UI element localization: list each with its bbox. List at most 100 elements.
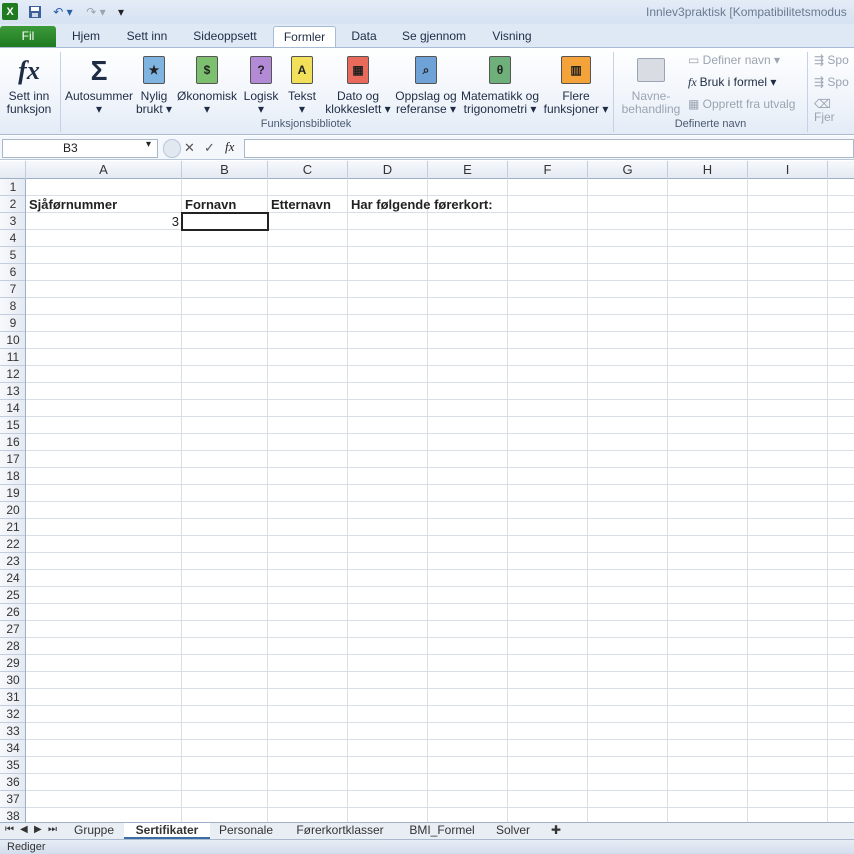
tab-file[interactable]: Fil bbox=[0, 26, 56, 47]
column-header-a[interactable]: A bbox=[26, 161, 182, 179]
tab-home[interactable]: Hjem bbox=[64, 26, 108, 47]
row-header[interactable]: 18 bbox=[0, 468, 25, 485]
row-header[interactable]: 31 bbox=[0, 689, 25, 706]
row-header[interactable]: 26 bbox=[0, 604, 25, 621]
row-header[interactable]: 10 bbox=[0, 332, 25, 349]
row-header[interactable]: 33 bbox=[0, 723, 25, 740]
insert-function-button[interactable]: fx Sett inn funksjon bbox=[2, 54, 56, 116]
row-header[interactable]: 2 bbox=[0, 196, 25, 213]
column-header-d[interactable]: D bbox=[348, 161, 428, 179]
text-button[interactable]: A Tekst ▾ bbox=[284, 54, 320, 116]
trace-dependents-button[interactable]: ⇶ Spo bbox=[814, 76, 854, 89]
undo-icon[interactable]: ↶ ▾ bbox=[50, 3, 76, 20]
use-in-formula-button[interactable]: fx Bruk i formel ▾ bbox=[688, 76, 804, 89]
row-header[interactable]: 17 bbox=[0, 451, 25, 468]
row-header[interactable]: 24 bbox=[0, 570, 25, 587]
cell-grid[interactable]: Sjåførnummer Fornavn Etternavn Har følge… bbox=[26, 179, 854, 822]
cell-b2[interactable]: Fornavn bbox=[182, 196, 268, 213]
define-name-button[interactable]: ▭ Definer navn ▾ bbox=[688, 54, 804, 67]
next-sheet-icon[interactable]: ▶ bbox=[34, 824, 42, 835]
enter-icon[interactable]: ✓ bbox=[204, 140, 215, 156]
row-header[interactable]: 1 bbox=[0, 179, 25, 196]
name-manager-button[interactable]: Navne- behandling bbox=[618, 54, 684, 116]
tab-review[interactable]: Se gjennom bbox=[396, 26, 472, 47]
row-header[interactable]: 38 bbox=[0, 808, 25, 822]
name-box[interactable]: B3 bbox=[2, 139, 158, 158]
redo-icon[interactable]: ↷ ▾ bbox=[82, 3, 110, 20]
row-header[interactable]: 13 bbox=[0, 383, 25, 400]
tab-insert[interactable]: Sett inn bbox=[120, 26, 174, 47]
row-header[interactable]: 32 bbox=[0, 706, 25, 723]
row-header[interactable]: 27 bbox=[0, 621, 25, 638]
name-box-dropdown-icon[interactable]: ▾ bbox=[146, 139, 151, 150]
column-header-i[interactable]: I bbox=[748, 161, 828, 179]
sheet-tab-personale[interactable]: Personale bbox=[212, 823, 280, 839]
create-from-selection-button[interactable]: ▦ Opprett fra utvalg bbox=[688, 98, 804, 111]
excel-logo-icon[interactable]: X bbox=[2, 3, 18, 20]
row-header[interactable]: 23 bbox=[0, 553, 25, 570]
row-header[interactable]: 25 bbox=[0, 587, 25, 604]
math-trig-button[interactable]: θ Matematikk og trigonometri ▾ bbox=[460, 54, 540, 116]
column-header-h[interactable]: H bbox=[668, 161, 748, 179]
column-header-b[interactable]: B bbox=[182, 161, 268, 179]
financial-button[interactable]: $ Økonomisk ▾ bbox=[176, 54, 238, 116]
tab-formulas[interactable]: Formler bbox=[273, 26, 336, 47]
row-header[interactable]: 34 bbox=[0, 740, 25, 757]
date-time-button[interactable]: ▦ Dato og klokkeslett ▾ bbox=[324, 54, 392, 116]
insert-function-icon[interactable]: fx bbox=[225, 139, 234, 155]
insert-sheet-icon[interactable]: ✚ bbox=[544, 823, 568, 839]
remove-arrows-button[interactable]: ⌫ Fjer bbox=[814, 98, 854, 124]
row-header[interactable]: 30 bbox=[0, 672, 25, 689]
prev-sheet-icon[interactable]: ◀ bbox=[20, 824, 28, 835]
row-header[interactable]: 21 bbox=[0, 519, 25, 536]
cell-d2[interactable]: Har følgende førerkort: bbox=[348, 196, 548, 213]
row-header[interactable]: 3 bbox=[0, 213, 25, 230]
row-header[interactable]: 11 bbox=[0, 349, 25, 366]
row-header[interactable]: 5 bbox=[0, 247, 25, 264]
autosum-button[interactable]: Σ Autosummer ▾ bbox=[63, 54, 135, 116]
cell-c2[interactable]: Etternavn bbox=[268, 196, 348, 213]
column-header-e[interactable]: E bbox=[428, 161, 508, 179]
first-sheet-icon[interactable]: ⏮ bbox=[5, 824, 14, 835]
cancel-icon[interactable]: ✕ bbox=[184, 140, 195, 156]
row-header[interactable]: 4 bbox=[0, 230, 25, 247]
tab-view[interactable]: Visning bbox=[484, 26, 540, 47]
sheet-tab-solver[interactable]: Solver bbox=[488, 823, 538, 839]
tab-data[interactable]: Data bbox=[344, 26, 384, 47]
sheet-tab-bmi-formel[interactable]: BMI_Formel bbox=[402, 823, 482, 839]
row-header[interactable]: 20 bbox=[0, 502, 25, 519]
row-header[interactable]: 36 bbox=[0, 774, 25, 791]
cell-a2[interactable]: Sjåførnummer bbox=[26, 196, 182, 213]
row-header[interactable]: 16 bbox=[0, 434, 25, 451]
row-header[interactable]: 19 bbox=[0, 485, 25, 502]
row-header[interactable]: 35 bbox=[0, 757, 25, 774]
selected-cell-b3[interactable] bbox=[181, 212, 269, 231]
formula-bar-expander[interactable] bbox=[163, 139, 181, 158]
row-header[interactable]: 15 bbox=[0, 417, 25, 434]
trace-precedents-button[interactable]: ⇶ Spo bbox=[814, 54, 854, 67]
row-header[interactable]: 6 bbox=[0, 264, 25, 281]
row-header[interactable]: 29 bbox=[0, 655, 25, 672]
save-icon[interactable] bbox=[26, 3, 44, 20]
column-header-g[interactable]: G bbox=[588, 161, 668, 179]
sheet-tab-sertifikater[interactable]: Sertifikater bbox=[124, 823, 210, 839]
row-header[interactable]: 12 bbox=[0, 366, 25, 383]
row-header[interactable]: 8 bbox=[0, 298, 25, 315]
select-all-button[interactable] bbox=[0, 161, 26, 179]
sheet-tab-forerkortklasser[interactable]: Førerkortklasser bbox=[290, 823, 390, 839]
more-functions-button[interactable]: ▥ Flere funksjoner ▾ bbox=[542, 54, 610, 116]
row-header[interactable]: 22 bbox=[0, 536, 25, 553]
row-header[interactable]: 14 bbox=[0, 400, 25, 417]
cell-a3[interactable]: 3 bbox=[26, 213, 182, 230]
row-header[interactable]: 28 bbox=[0, 638, 25, 655]
customize-toolbar-icon[interactable]: ▾ bbox=[116, 3, 126, 20]
tab-page-layout[interactable]: Sideoppsett bbox=[186, 26, 264, 47]
logical-button[interactable]: ? Logisk ▾ bbox=[241, 54, 281, 116]
column-header-f[interactable]: F bbox=[508, 161, 588, 179]
lookup-reference-button[interactable]: ⌕ Oppslag og referanse ▾ bbox=[394, 54, 458, 116]
last-sheet-icon[interactable]: ⏭ bbox=[48, 824, 57, 835]
recently-used-button[interactable]: ★ Nylig brukt ▾ bbox=[134, 54, 174, 116]
row-header[interactable]: 37 bbox=[0, 791, 25, 808]
sheet-tab-gruppe[interactable]: Gruppe bbox=[66, 823, 122, 839]
row-header[interactable]: 9 bbox=[0, 315, 25, 332]
